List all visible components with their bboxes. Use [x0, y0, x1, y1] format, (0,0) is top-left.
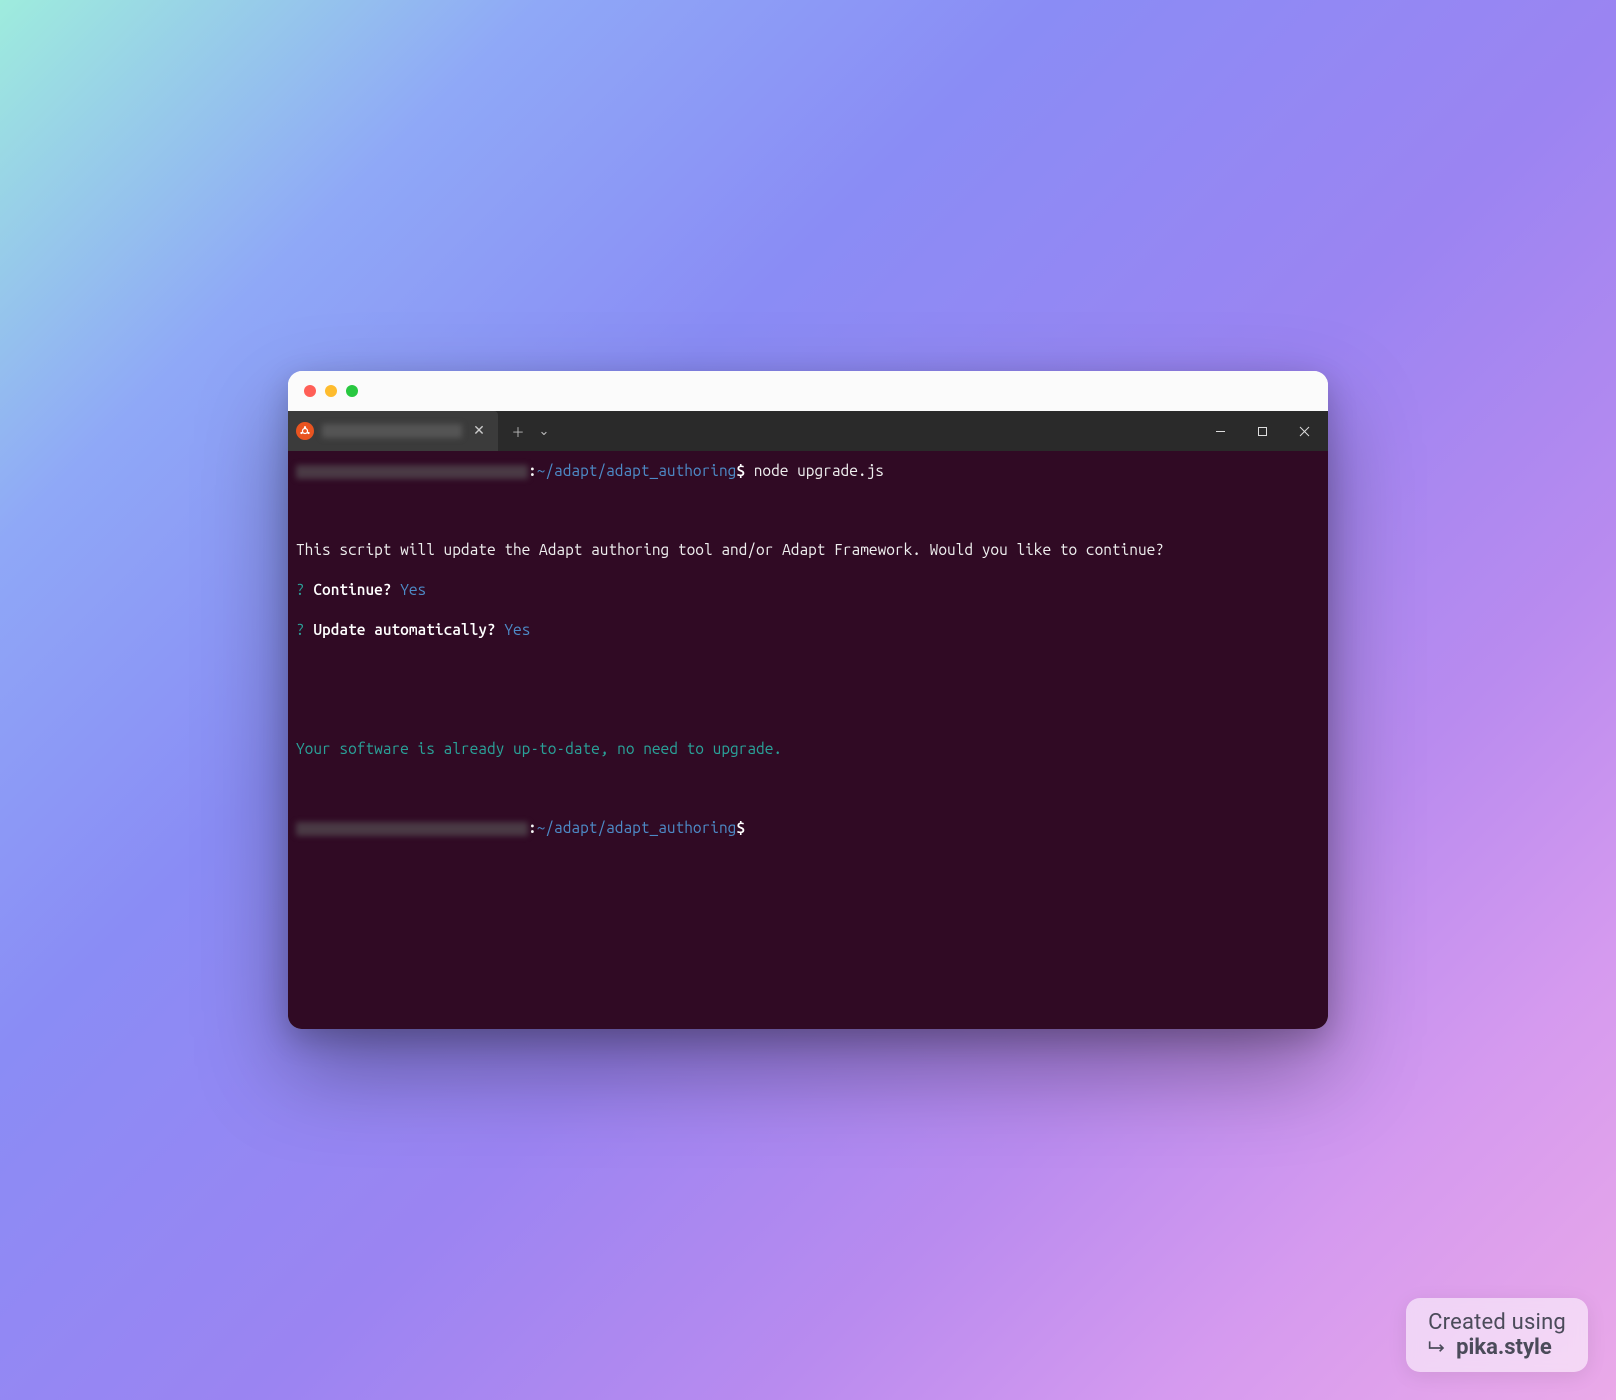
tab-close-icon[interactable]: ✕ [470, 423, 488, 439]
minimize-traffic-light[interactable] [325, 385, 337, 397]
question-1: ? Continue? Yes [296, 580, 1320, 600]
command-text: node upgrade.js [754, 462, 884, 479]
mac-titlebar [288, 371, 1328, 411]
prompt-dollar: $ [736, 462, 745, 479]
question-2-answer: Yes [504, 621, 530, 638]
close-traffic-light[interactable] [304, 385, 316, 397]
prompt-path: ~/adapt/adapt_authoring [537, 462, 737, 479]
question-1-answer: Yes [400, 581, 426, 598]
status-line: Your software is already up-to-date, no … [296, 739, 1320, 759]
new-tab-button[interactable]: ＋ [508, 417, 528, 445]
close-button[interactable] [1288, 417, 1320, 445]
question-2-text: Update automatically? [313, 621, 495, 638]
minimize-button[interactable] [1204, 417, 1236, 445]
terminal-titlebar: ✕ ＋ ⌄ [288, 411, 1328, 451]
tab-region: ✕ ＋ ⌄ [288, 411, 564, 451]
question-mark-icon: ? [296, 581, 305, 598]
question-1-text: Continue? [313, 581, 391, 598]
intro-line: This script will update the Adapt author… [296, 540, 1320, 560]
question-mark-icon: ? [296, 621, 305, 638]
terminal-output[interactable]: :~/adapt/adapt_authoring$ node upgrade.j… [288, 451, 1328, 1029]
terminal-tab[interactable]: ✕ [288, 411, 498, 451]
user-host-redacted [296, 822, 528, 836]
prompt-path: ~/adapt/adapt_authoring [537, 819, 737, 836]
user-host-redacted [296, 465, 528, 479]
zoom-traffic-light[interactable] [346, 385, 358, 397]
maximize-button[interactable] [1246, 417, 1278, 445]
prompt-sep: : [528, 462, 537, 479]
mac-window-frame: ✕ ＋ ⌄ :~/adapt/adapt_authoring$ nod [288, 371, 1328, 1029]
prompt-sep: : [528, 819, 537, 836]
blank-line [296, 778, 1320, 798]
tab-title-redacted [322, 424, 462, 438]
blank-line [296, 699, 1320, 719]
tab-actions: ＋ ⌄ [498, 411, 564, 451]
ubuntu-icon [296, 422, 314, 440]
prompt-line-1: :~/adapt/adapt_authoring$ node upgrade.j… [296, 461, 1320, 481]
terminal-app-window: ✕ ＋ ⌄ :~/adapt/adapt_authoring$ nod [288, 411, 1328, 1029]
watermark-line1: Created using [1428, 1310, 1566, 1335]
blank-line [296, 659, 1320, 679]
question-2: ? Update automatically? Yes [296, 620, 1320, 640]
window-controls [1204, 417, 1320, 445]
tab-menu-chevron-icon[interactable]: ⌄ [534, 417, 554, 445]
prompt-dollar: $ [736, 819, 745, 836]
watermark-line2: pika.style [1428, 1335, 1566, 1360]
return-arrow-icon [1428, 1339, 1448, 1357]
watermark-brand: pika.style [1456, 1335, 1552, 1360]
prompt-line-2: :~/adapt/adapt_authoring$ [296, 818, 1320, 838]
watermark-badge: Created using pika.style [1406, 1298, 1588, 1372]
blank-line [296, 501, 1320, 521]
